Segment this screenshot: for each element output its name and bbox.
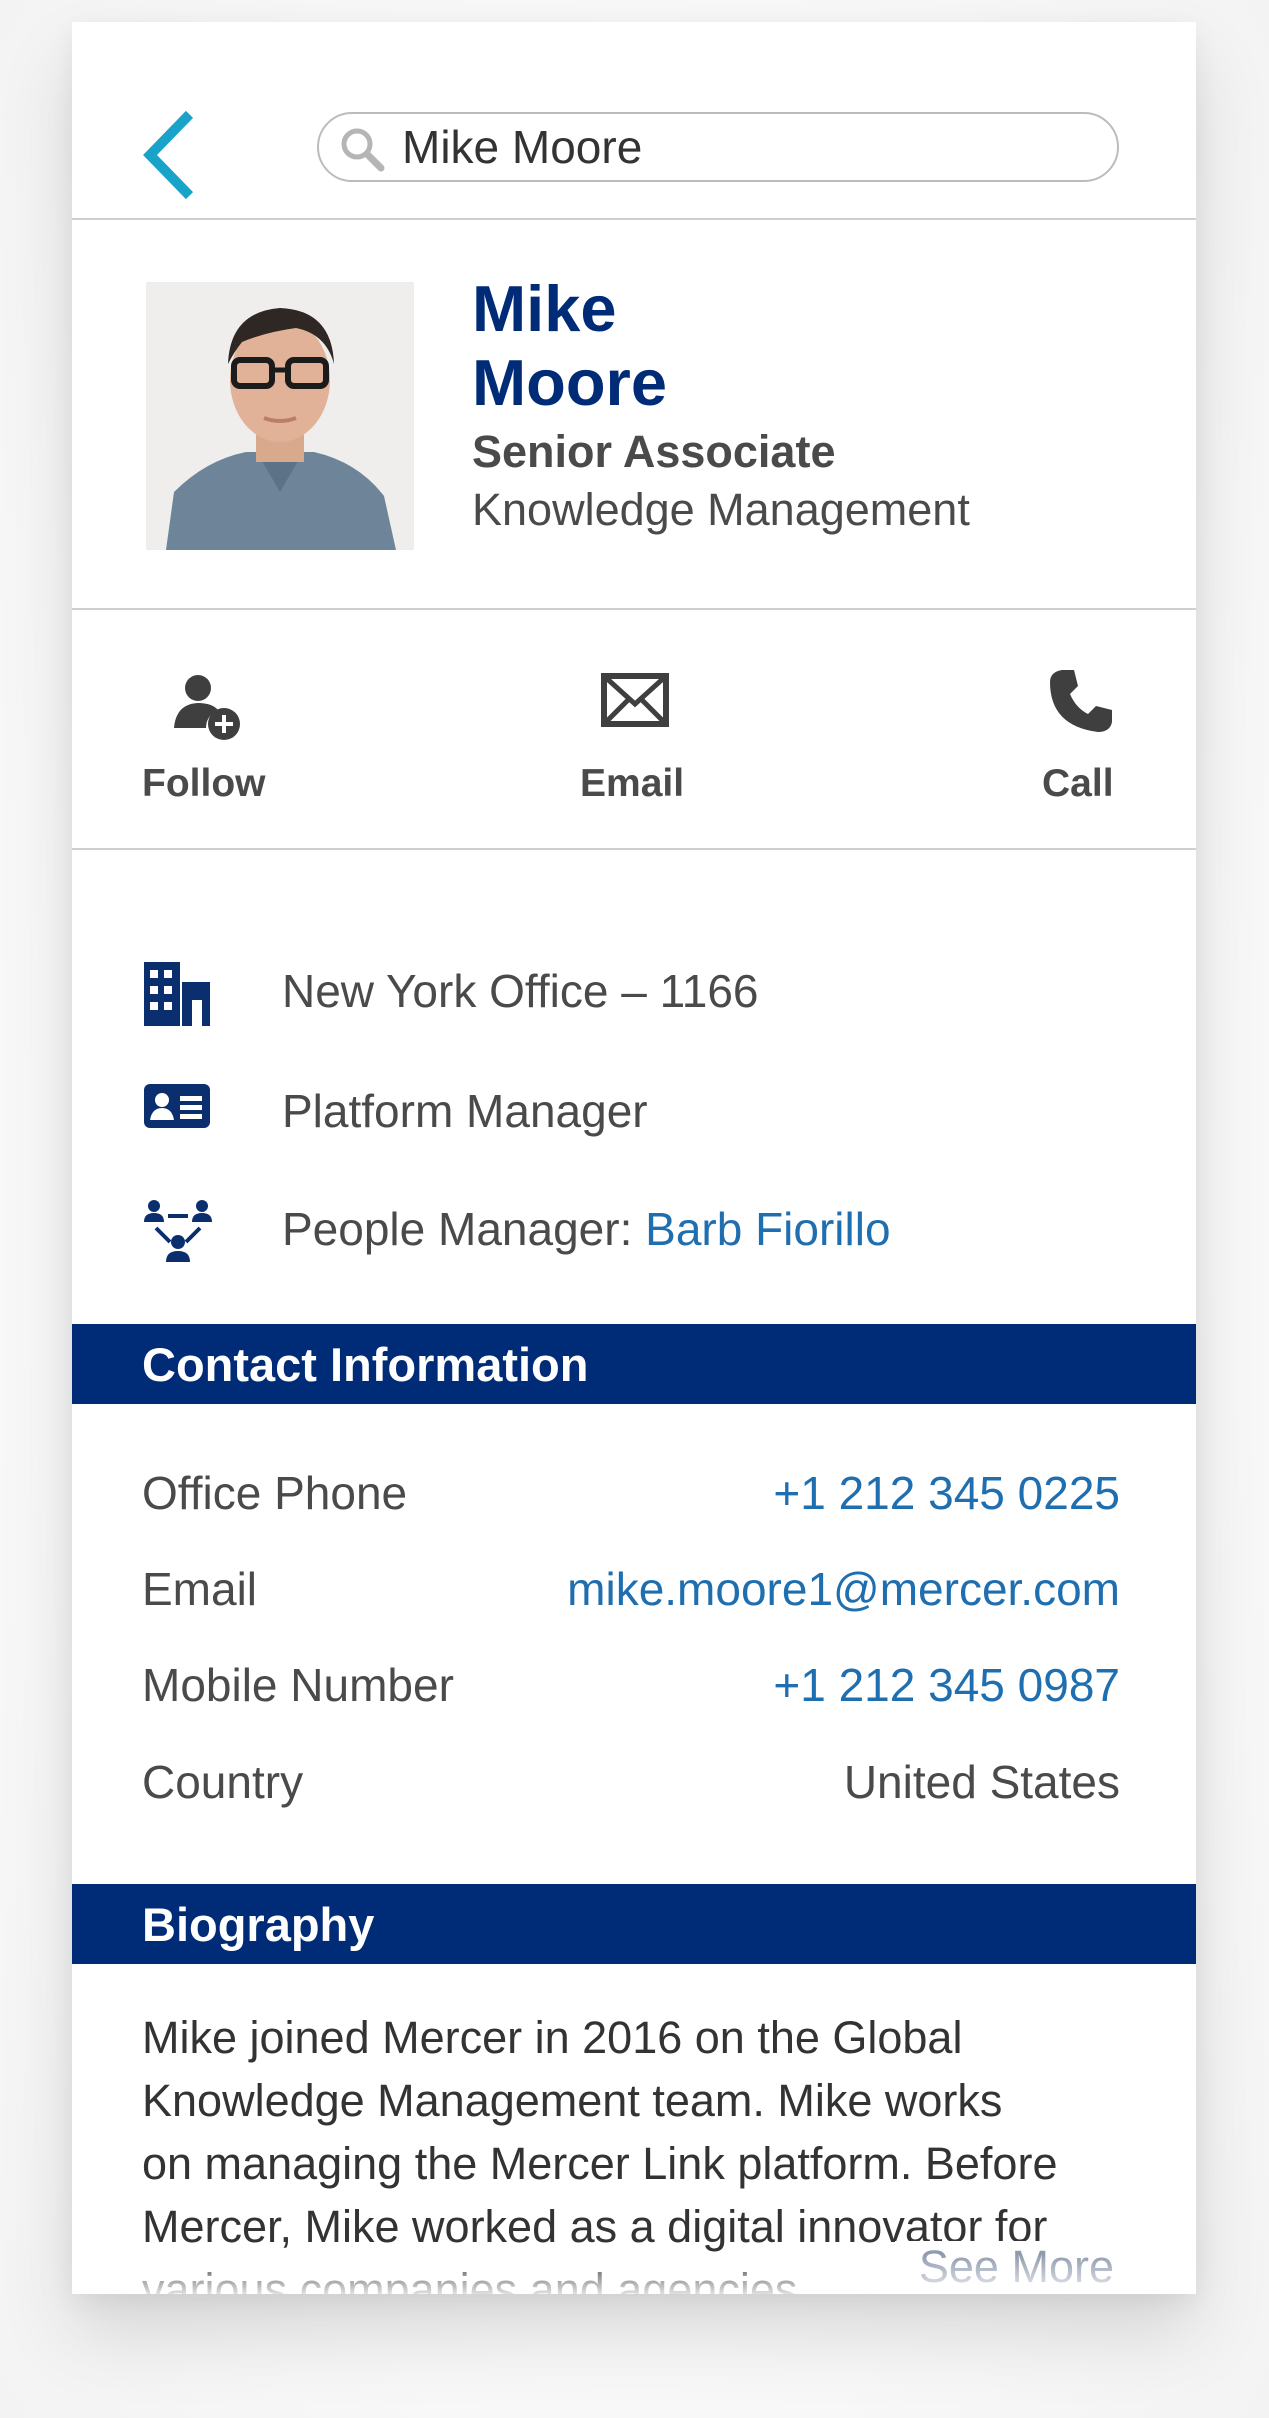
id-card-icon <box>144 1084 210 1128</box>
chevron-left-icon <box>143 110 194 200</box>
follow-button[interactable]: Follow <box>142 610 282 848</box>
role-row: Platform Manager <box>72 1068 1196 1148</box>
job-title: Senior Associate <box>472 426 836 477</box>
manager-label: People Manager: <box>282 1203 646 1255</box>
see-more-link[interactable]: See More <box>894 2241 1114 2293</box>
action-bar: Follow Email Call <box>72 610 1196 850</box>
profile-screen: Mike Moore Senior Associate Knowledge Ma… <box>72 22 1196 2294</box>
call-button[interactable]: Call <box>1032 610 1132 848</box>
office-link[interactable]: New York Office – 1166 <box>282 964 759 1018</box>
header-bar <box>72 22 1196 220</box>
profile-details: New York Office – 1166 Platform Manager <box>72 850 1196 1324</box>
avatar <box>146 282 414 550</box>
office-row: New York Office – 1166 <box>72 948 1196 1028</box>
follow-label: Follow <box>142 762 266 805</box>
contact-label: Email <box>142 1563 258 1615</box>
contact-heading: Contact Information <box>142 1338 589 1391</box>
person-add-icon <box>174 675 240 740</box>
email-link[interactable]: mike.moore1@mercer.com <box>567 1562 1120 1616</box>
manager-row: People Manager: Barb Fiorillo <box>72 1186 1196 1266</box>
contact-row-email: Email mike.moore1@mercer.com <box>72 1552 1196 1622</box>
page-background: Mike Moore Senior Associate Knowledge Ma… <box>0 0 1269 2418</box>
bio-line: on managing the Mercer Link platform. Be… <box>142 2138 1058 2189</box>
biography-section-header: Biography <box>72 1884 1196 1964</box>
department: Knowledge Management <box>472 484 970 535</box>
search-box[interactable] <box>317 112 1119 182</box>
back-button[interactable] <box>138 110 198 200</box>
bio-line: Knowledge Management team. Mike works <box>142 2075 1003 2126</box>
contact-label: Country <box>142 1756 304 1808</box>
contact-label: Office Phone <box>142 1467 408 1519</box>
org-chart-icon <box>144 1200 212 1262</box>
contact-row-office-phone: Office Phone +1 212 345 0225 <box>72 1456 1196 1526</box>
contact-section-header: Contact Information <box>72 1324 1196 1404</box>
search-input[interactable] <box>402 120 1092 174</box>
contact-row-mobile: Mobile Number +1 212 345 0987 <box>72 1648 1196 1718</box>
biography-heading: Biography <box>142 1898 375 1951</box>
role-text: Platform Manager <box>282 1085 648 1137</box>
manager-text: People Manager: Barb Fiorillo <box>282 1202 891 1256</box>
email-button[interactable]: Email <box>572 610 712 848</box>
manager-link[interactable]: Barb Fiorillo <box>645 1203 890 1255</box>
contact-row-country: Country United States <box>72 1745 1196 1815</box>
profile-summary: Mike Moore Senior Associate Knowledge Ma… <box>72 220 1196 610</box>
bio-line: Mike joined Mercer in 2016 on the Global <box>142 2012 963 2063</box>
person-name: Mike Moore <box>472 272 667 420</box>
mobile-phone-link[interactable]: +1 212 345 0987 <box>773 1658 1120 1712</box>
call-label: Call <box>1042 762 1114 805</box>
last-name: Moore <box>472 346 667 419</box>
email-label: Email <box>580 762 685 805</box>
office-phone-link[interactable]: +1 212 345 0225 <box>773 1466 1120 1520</box>
building-icon <box>144 962 210 1026</box>
envelope-icon <box>601 673 669 727</box>
first-name: Mike <box>472 272 617 345</box>
contact-label: Mobile Number <box>142 1659 454 1711</box>
phone-icon <box>1050 670 1112 732</box>
country-value: United States <box>843 1756 1120 1808</box>
search-icon <box>341 128 385 172</box>
